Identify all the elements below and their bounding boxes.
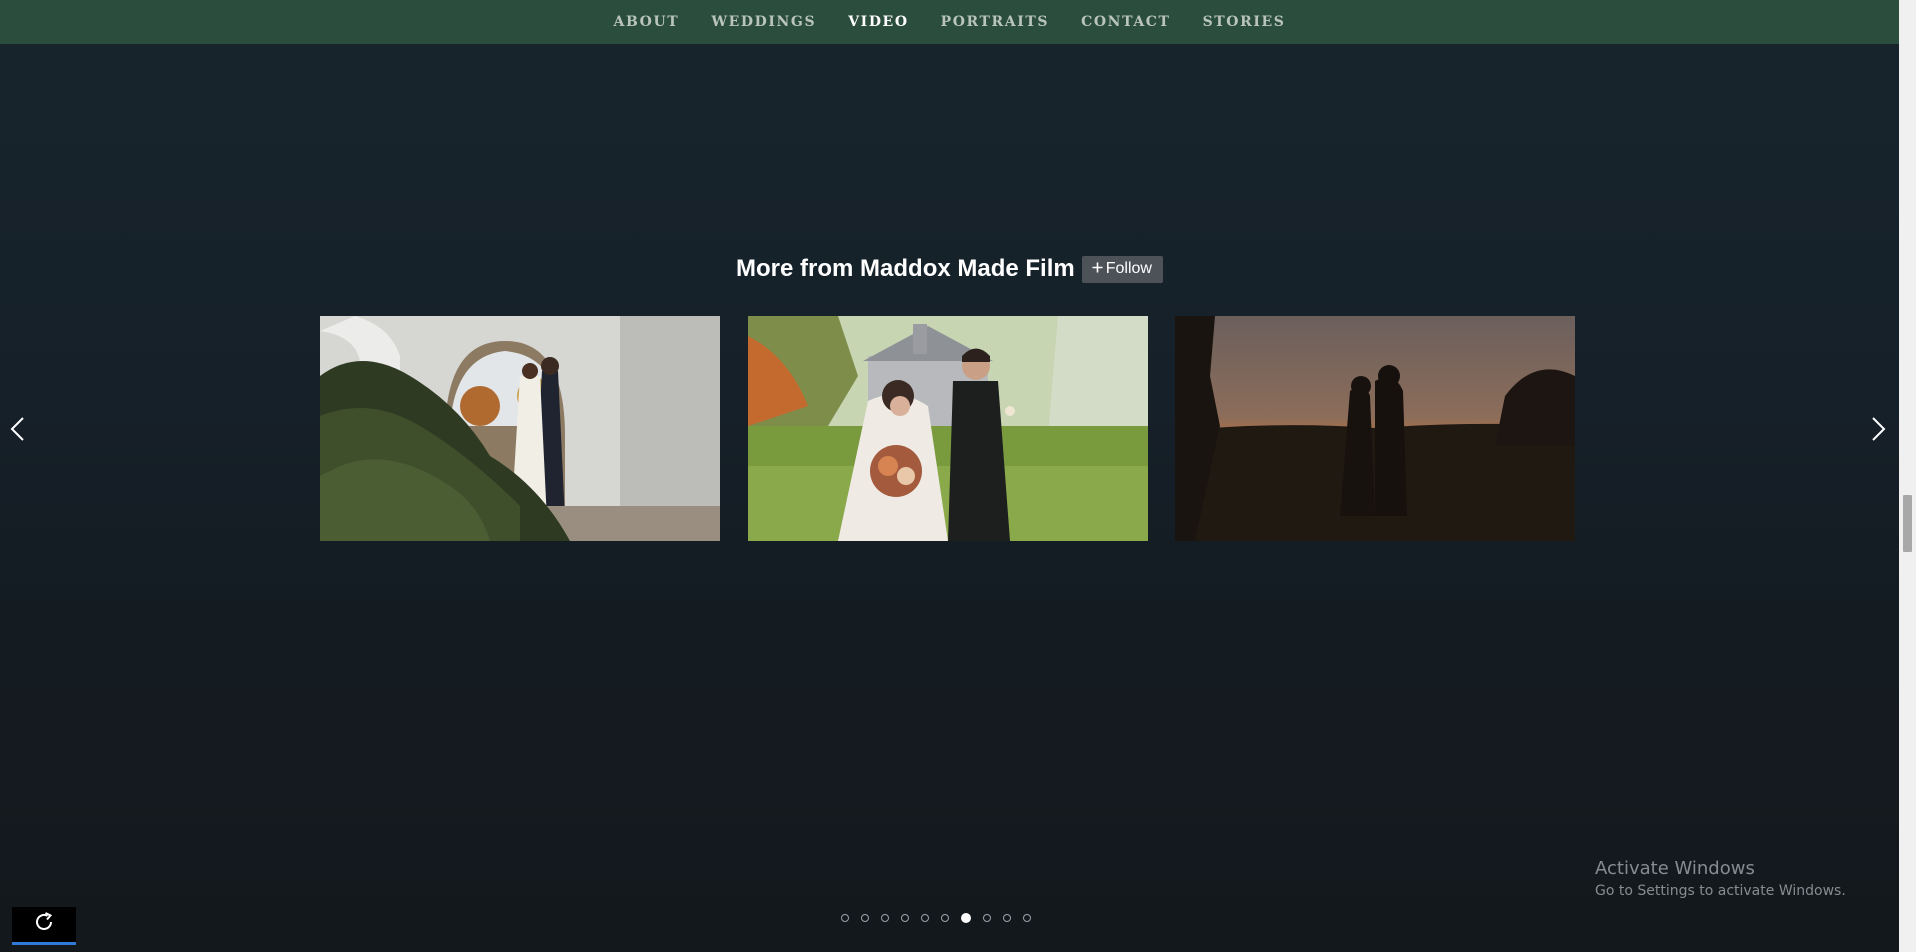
chevron-right-icon[interactable] (1863, 412, 1893, 446)
reload-button[interactable] (12, 907, 76, 945)
follow-label: Follow (1105, 259, 1152, 277)
pager-dot[interactable] (861, 914, 869, 922)
plus-icon (1092, 260, 1103, 278)
pager-dot[interactable] (881, 914, 889, 922)
chevron-left-icon[interactable] (3, 412, 33, 446)
more-title: More from Maddox Made Film (736, 255, 1075, 282)
top-navigation: ABOUT WEDDINGS VIDEO PORTRAITS CONTACT S… (0, 0, 1899, 44)
nav-item-video[interactable]: VIDEO (832, 14, 924, 30)
watermark-title: Activate Windows (1595, 858, 1755, 879)
video-thumbnail-3[interactable] (1175, 316, 1575, 541)
pager-dot-active[interactable] (961, 913, 971, 923)
pager-dot[interactable] (1023, 914, 1031, 922)
pager-dot[interactable] (901, 914, 909, 922)
carousel-pager (841, 913, 1031, 923)
video-thumbnail-2[interactable] (748, 316, 1148, 541)
couple-chapel-field-thumbnail (748, 316, 1148, 541)
couple-archway-thumbnail (320, 316, 720, 541)
video-carousel (320, 316, 1576, 541)
nav-item-weddings[interactable]: WEDDINGS (695, 14, 832, 30)
watermark-subtitle: Go to Settings to activate Windows. (1595, 883, 1846, 899)
nav-item-portraits[interactable]: PORTRAITS (925, 14, 1066, 30)
video-thumbnail-1[interactable] (320, 316, 720, 541)
follow-button[interactable]: Follow (1081, 255, 1163, 283)
reload-icon (33, 911, 55, 938)
pager-dot[interactable] (983, 914, 991, 922)
pager-dot[interactable] (1003, 914, 1011, 922)
couple-sunset-silhouette-thumbnail (1175, 316, 1575, 541)
activate-windows-watermark: Activate Windows Go to Settings to activ… (1595, 858, 1846, 899)
page: ABOUT WEDDINGS VIDEO PORTRAITS CONTACT S… (0, 0, 1916, 952)
pager-dot[interactable] (941, 914, 949, 922)
nav-item-contact[interactable]: CONTACT (1065, 14, 1186, 30)
pager-dot[interactable] (841, 914, 849, 922)
more-from-heading: More from Maddox Made Film Follow (0, 255, 1899, 283)
nav-item-about[interactable]: ABOUT (598, 14, 696, 30)
nav-item-stories[interactable]: STORIES (1187, 14, 1302, 30)
pager-dot[interactable] (921, 914, 929, 922)
scrollbar-thumb[interactable] (1903, 495, 1912, 552)
vertical-scrollbar[interactable] (1899, 0, 1916, 952)
